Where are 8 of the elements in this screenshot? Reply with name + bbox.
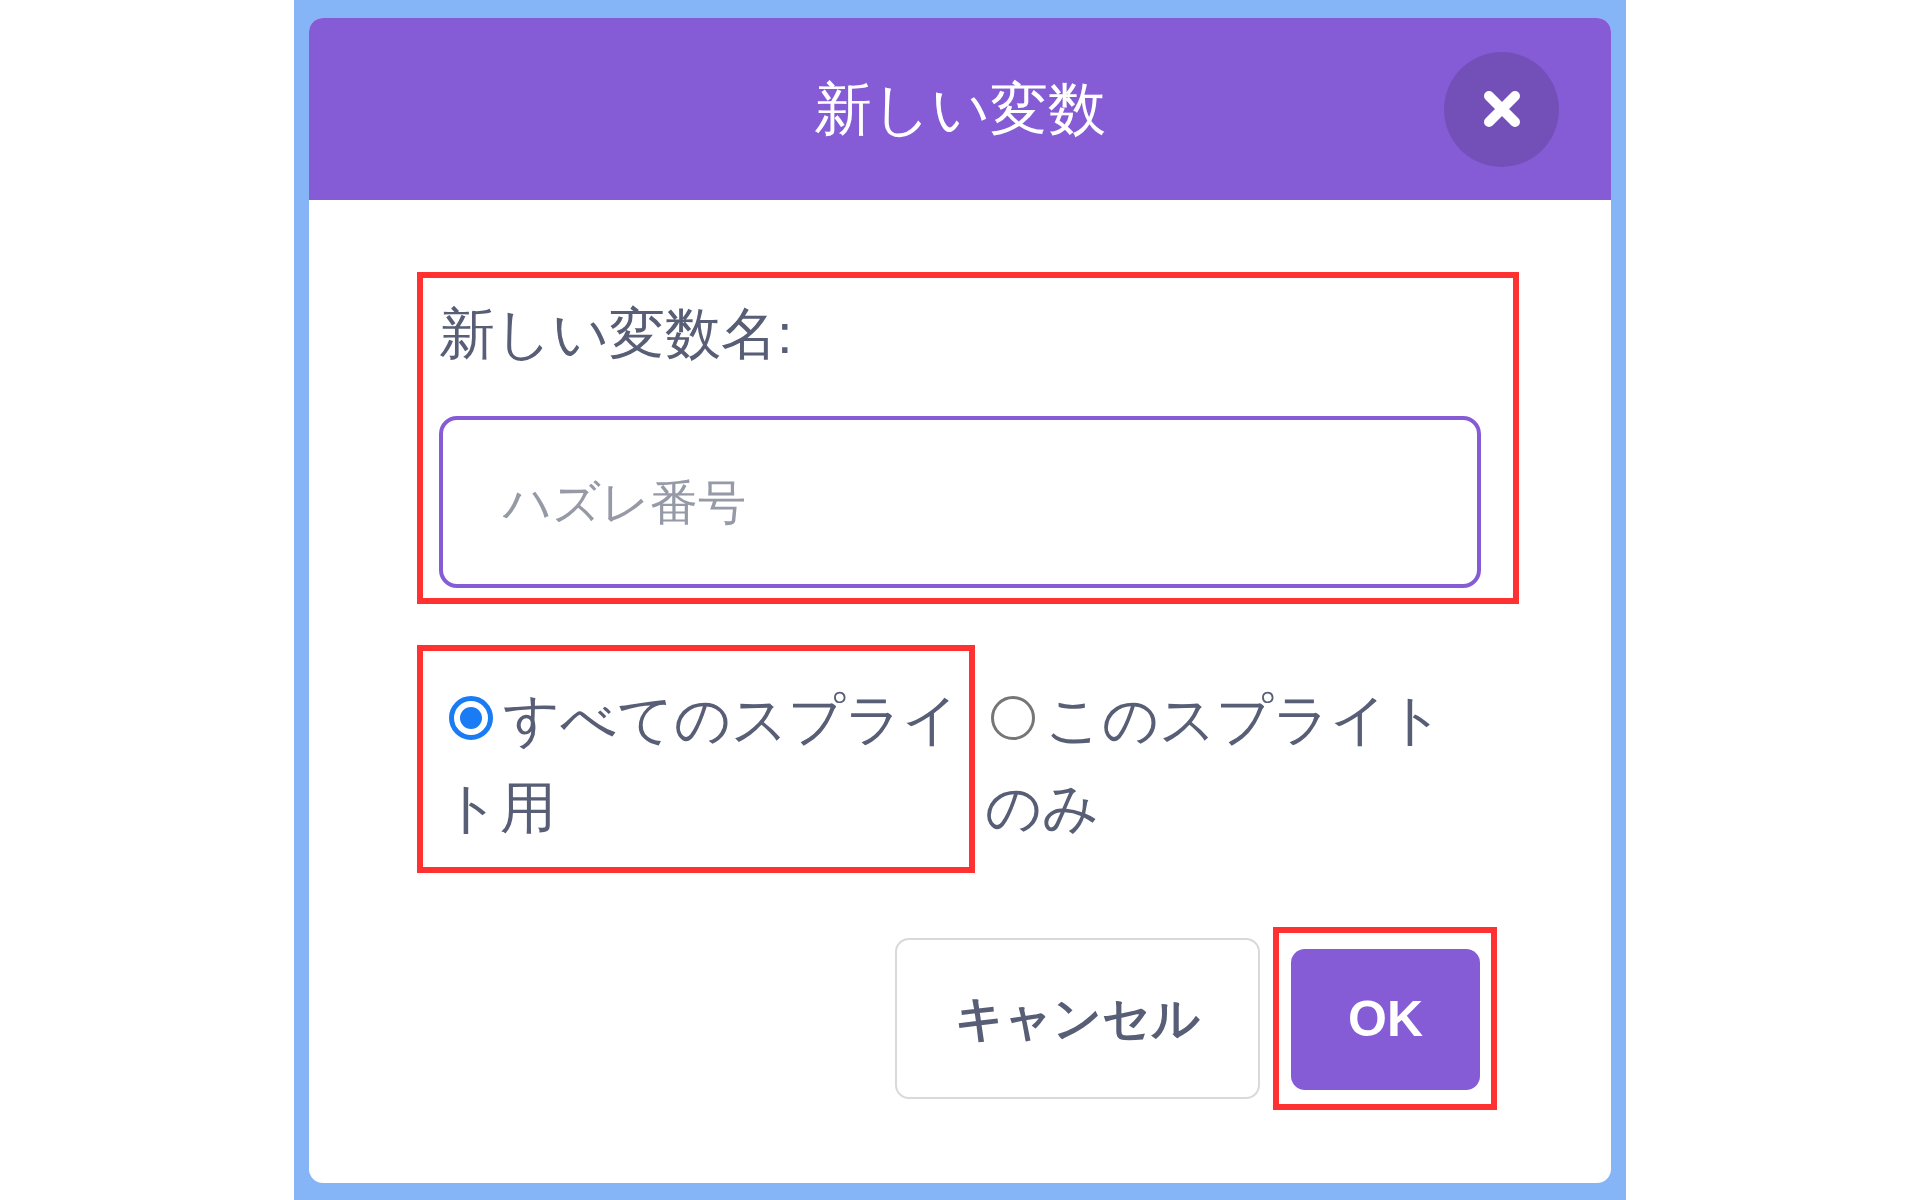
cancel-button[interactable]: キャンセル xyxy=(895,938,1260,1099)
ok-button[interactable]: OK xyxy=(1291,949,1480,1090)
radio-option[interactable]: このスプライトのみ xyxy=(985,676,1465,852)
input-field[interactable]: ハズレ番号 xyxy=(439,416,1481,588)
close-icon xyxy=(1483,91,1520,127)
dialog-title: 新しい変数 xyxy=(814,75,1106,143)
radio-option[interactable]: すべてのスプライト用 xyxy=(443,676,961,852)
field-label: 新しい変数名: xyxy=(439,301,793,367)
